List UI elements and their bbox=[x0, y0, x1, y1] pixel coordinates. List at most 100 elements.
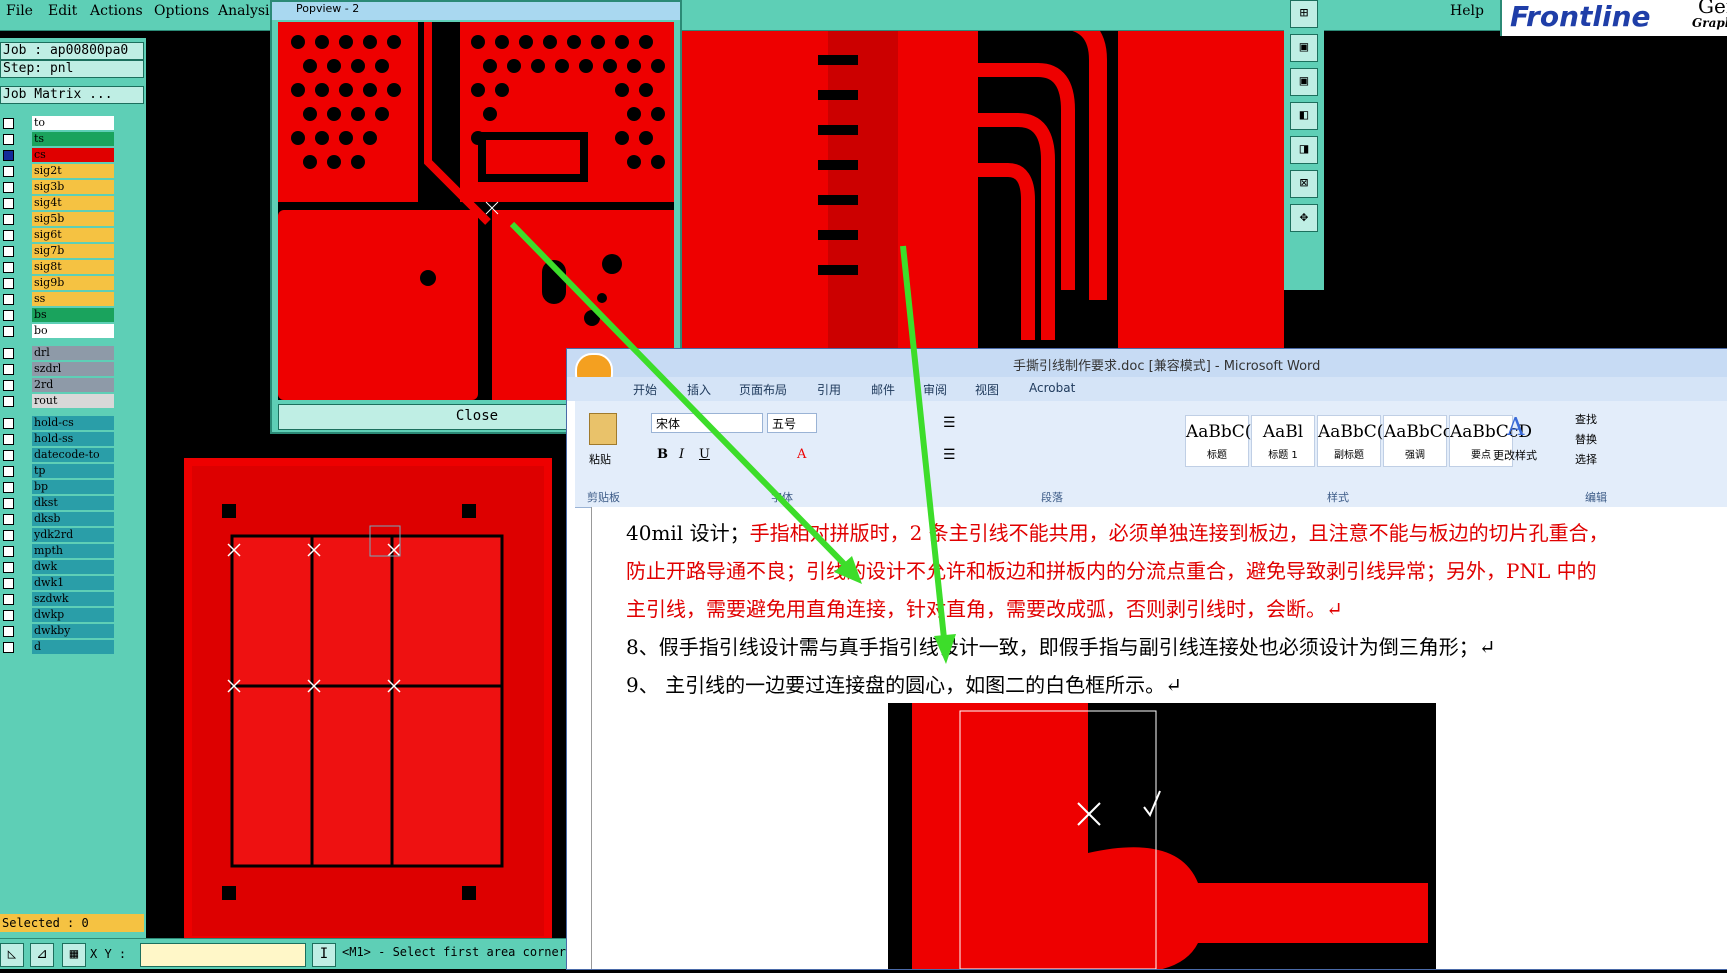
style-1[interactable]: AaBl 标题 1 bbox=[1251, 415, 1315, 467]
change-styles-label[interactable]: 更改样式 bbox=[1493, 447, 1537, 463]
layer-row-d[interactable]: d bbox=[0, 640, 116, 655]
layer-row-bp[interactable]: bp bbox=[0, 480, 116, 495]
layer-checkbox[interactable] bbox=[3, 348, 14, 359]
zoom-fit-icon[interactable]: ⊠ bbox=[1290, 170, 1318, 198]
popview-titlebar[interactable]: Popview - 2 bbox=[272, 2, 680, 20]
layer-name[interactable]: sig5b bbox=[32, 212, 114, 226]
tab-mailings[interactable]: 邮件 bbox=[871, 381, 895, 398]
layer-row-sig9b[interactable]: sig9b bbox=[0, 276, 116, 291]
layer-checkbox[interactable] bbox=[3, 150, 14, 161]
popview-canvas[interactable] bbox=[278, 22, 674, 400]
layer-row-sig5b[interactable]: sig5b bbox=[0, 212, 116, 227]
layer-name[interactable]: dksb bbox=[32, 512, 114, 526]
italic-icon[interactable]: I bbox=[679, 447, 684, 462]
layer-row-to[interactable]: to bbox=[0, 116, 116, 131]
grid-tool-icon[interactable]: ▦ bbox=[62, 943, 86, 967]
layer-row-sig4t[interactable]: sig4t bbox=[0, 196, 116, 211]
layer-row-hold-ss[interactable]: hold-ss bbox=[0, 432, 116, 447]
tab-insert[interactable]: 插入 bbox=[687, 381, 711, 398]
layer-row-sig3b[interactable]: sig3b bbox=[0, 180, 116, 195]
layer-name[interactable]: dwk bbox=[32, 560, 114, 574]
layer-checkbox[interactable] bbox=[3, 166, 14, 177]
layer-checkbox[interactable] bbox=[3, 294, 14, 305]
layer-checkbox[interactable] bbox=[3, 246, 14, 257]
select-button[interactable]: 选择 bbox=[1575, 451, 1597, 467]
bold-icon[interactable]: B bbox=[657, 447, 668, 462]
layer-name[interactable]: sig9b bbox=[32, 276, 114, 290]
menu-help[interactable]: Help bbox=[1450, 3, 1484, 19]
layer-checkbox[interactable] bbox=[3, 396, 14, 407]
layer-checkbox[interactable] bbox=[3, 450, 14, 461]
tab-view[interactable]: 视图 bbox=[975, 381, 999, 398]
layer-row-dkst[interactable]: dkst bbox=[0, 496, 116, 511]
pan-down-icon[interactable]: ▣ bbox=[1290, 68, 1318, 96]
layer-row-dwk1[interactable]: dwk1 bbox=[0, 576, 116, 591]
layer-checkbox[interactable] bbox=[3, 364, 14, 375]
layer-row-datecode-to[interactable]: datecode-to bbox=[0, 448, 116, 463]
pan-up-icon[interactable]: ▣ bbox=[1290, 34, 1318, 62]
layer-checkbox[interactable] bbox=[3, 380, 14, 391]
layer-name[interactable]: dkst bbox=[32, 496, 114, 510]
layer-name[interactable]: mpth bbox=[32, 544, 114, 558]
layer-row-hold-cs[interactable]: hold-cs bbox=[0, 416, 116, 431]
layer-checkbox[interactable] bbox=[3, 418, 14, 429]
layer-checkbox[interactable] bbox=[3, 182, 14, 193]
layer-name[interactable]: sig4t bbox=[32, 196, 114, 210]
layer-checkbox[interactable] bbox=[3, 530, 14, 541]
tab-review[interactable]: 审阅 bbox=[923, 381, 947, 398]
layer-checkbox[interactable] bbox=[3, 262, 14, 273]
layer-row-sig8t[interactable]: sig8t bbox=[0, 260, 116, 275]
layer-checkbox[interactable] bbox=[3, 434, 14, 445]
layer-row-szdwk[interactable]: szdwk bbox=[0, 592, 116, 607]
layer-checkbox[interactable] bbox=[3, 466, 14, 477]
layer-row-bo[interactable]: bo bbox=[0, 324, 116, 339]
layer-name[interactable]: sig3b bbox=[32, 180, 114, 194]
layer-name[interactable]: dwkby bbox=[32, 624, 114, 638]
layer-name[interactable]: ydk2rd bbox=[32, 528, 114, 542]
paste-icon[interactable] bbox=[589, 413, 617, 445]
layer-checkbox[interactable] bbox=[3, 482, 14, 493]
document-page[interactable]: 40mil 设计；手指相对拼版时，2 条主引线不能共用，必须单独连接到板边，且注… bbox=[591, 507, 1727, 973]
tab-acrobat[interactable]: Acrobat bbox=[1029, 381, 1075, 395]
tab-references[interactable]: 引用 bbox=[817, 381, 841, 398]
layer-name[interactable]: sig6t bbox=[32, 228, 114, 242]
menu-edit[interactable]: Edit bbox=[48, 3, 77, 19]
layer-name[interactable]: d bbox=[32, 640, 114, 654]
word-titlebar[interactable]: 手撕引线制作要求.doc [兼容模式] - Microsoft Word bbox=[567, 349, 1727, 391]
layer-checkbox[interactable] bbox=[3, 326, 14, 337]
font-size-select[interactable]: 五号 bbox=[767, 413, 817, 433]
layer-checkbox[interactable] bbox=[3, 562, 14, 573]
layer-checkbox[interactable] bbox=[3, 626, 14, 637]
layer-name[interactable]: dwk1 bbox=[32, 576, 114, 590]
layer-row-ts[interactable]: ts bbox=[0, 132, 116, 147]
underline-icon[interactable]: U bbox=[699, 447, 710, 462]
layer-checkbox[interactable] bbox=[3, 134, 14, 145]
layer-checkbox[interactable] bbox=[3, 214, 14, 225]
layer-name[interactable]: sig7b bbox=[32, 244, 114, 258]
layer-row-rout[interactable]: rout bbox=[0, 394, 116, 409]
layer-checkbox[interactable] bbox=[3, 198, 14, 209]
layer-checkbox[interactable] bbox=[3, 118, 14, 129]
layer-checkbox[interactable] bbox=[3, 230, 14, 241]
layer-row-tp[interactable]: tp bbox=[0, 464, 116, 479]
layer-checkbox[interactable] bbox=[3, 578, 14, 589]
layer-row-bs[interactable]: bs bbox=[0, 308, 116, 323]
layer-row-dwkby[interactable]: dwkby bbox=[0, 624, 116, 639]
layer-checkbox[interactable] bbox=[3, 610, 14, 621]
layer-checkbox[interactable] bbox=[3, 514, 14, 525]
layer-name[interactable]: dwkp bbox=[32, 608, 114, 622]
layer-row-cs[interactable]: cs bbox=[0, 148, 116, 163]
change-styles-icon[interactable]: A bbox=[1507, 413, 1524, 441]
layer-row-sig7b[interactable]: sig7b bbox=[0, 244, 116, 259]
menu-actions[interactable]: Actions bbox=[90, 3, 143, 19]
layer-checkbox[interactable] bbox=[3, 278, 14, 289]
layer-row-ydk2rd[interactable]: ydk2rd bbox=[0, 528, 116, 543]
layer-name[interactable]: to bbox=[32, 116, 114, 130]
layer-name[interactable]: bp bbox=[32, 480, 114, 494]
tab-home[interactable]: 开始 bbox=[633, 381, 657, 398]
style-2[interactable]: AaBbC(副标题 bbox=[1317, 415, 1383, 467]
panel-overview[interactable] bbox=[184, 458, 552, 944]
pcb-main-view[interactable] bbox=[678, 0, 1284, 348]
layer-name[interactable]: hold-ss bbox=[32, 432, 114, 446]
replace-button[interactable]: 替换 bbox=[1575, 431, 1597, 447]
